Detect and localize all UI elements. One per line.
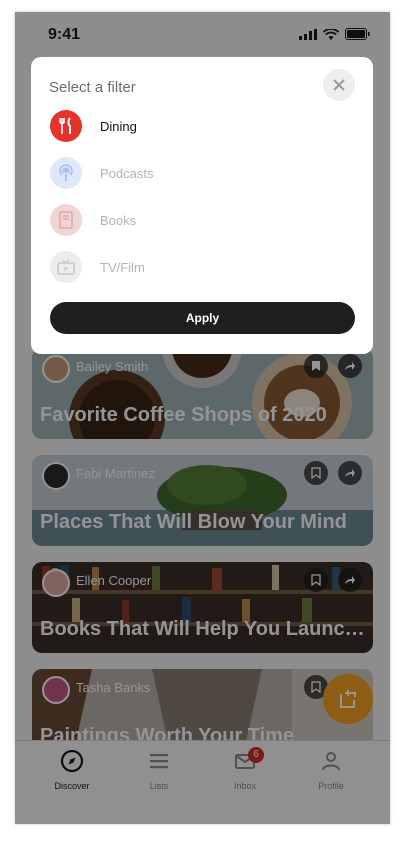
- close-icon: [333, 79, 345, 91]
- book-icon: [59, 211, 73, 229]
- option-label: Podcasts: [100, 165, 154, 181]
- book-icon-circle: [50, 204, 82, 236]
- option-label: TV/Film: [100, 259, 145, 275]
- podcast-icon: [59, 164, 73, 181]
- tv-icon: [57, 259, 75, 275]
- filter-option-books[interactable]: Books: [50, 203, 136, 237]
- filter-title: Select a filter: [49, 79, 136, 96]
- filter-option-podcasts[interactable]: Podcasts: [50, 156, 153, 190]
- app-screen: 9:41 Bailey Smith Favorite Coffee Shops …: [15, 12, 390, 824]
- option-label: Dining: [100, 118, 137, 134]
- close-button[interactable]: [323, 69, 355, 101]
- podcast-icon-circle: [50, 157, 82, 189]
- filter-option-tvfilm[interactable]: TV/Film: [50, 250, 145, 284]
- fork-knife-icon: [59, 117, 71, 134]
- apply-button[interactable]: Apply: [50, 302, 355, 334]
- tv-icon-circle: [50, 251, 82, 283]
- option-label: Books: [100, 212, 137, 228]
- filter-modal: Select a filter Dining Podcasts Books TV…: [31, 57, 373, 354]
- dining-icon-circle: [50, 110, 82, 142]
- filter-option-dining[interactable]: Dining: [50, 109, 137, 143]
